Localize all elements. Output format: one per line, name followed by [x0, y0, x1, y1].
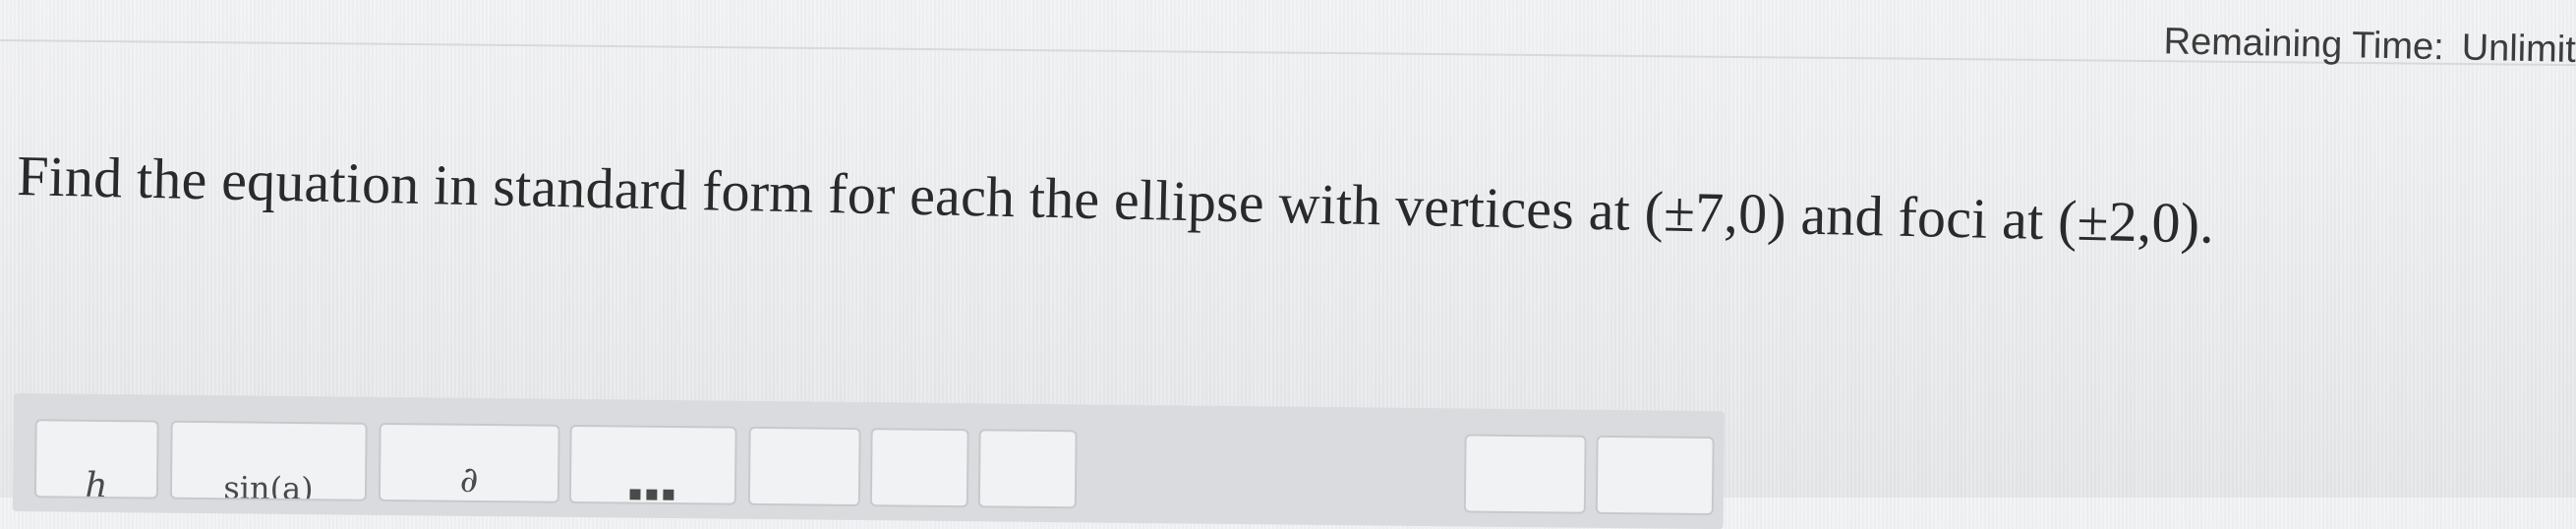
math-toolbar: h sin(a) ∂ ▪▪▪	[12, 393, 1725, 529]
partial-derivative-button[interactable]: ∂	[378, 422, 560, 503]
remaining-time-value: Unlimit	[2461, 27, 2576, 71]
italic-h-icon: h	[85, 465, 108, 500]
blank-9-icon	[1598, 483, 1712, 484]
blank-8-icon	[1466, 481, 1584, 482]
question-text: Find the equation in standard form for e…	[16, 143, 2215, 256]
toolbar-button-9[interactable]	[1595, 435, 1715, 516]
toolbar-button-6[interactable]	[869, 428, 969, 508]
toolbar-button-8[interactable]	[1463, 434, 1587, 514]
blank-7-icon	[980, 476, 1075, 477]
blank-5-icon	[750, 474, 858, 475]
toolbar-button-5[interactable]	[747, 426, 861, 507]
partial-derivative-icon: ∂	[459, 459, 479, 500]
sine-button[interactable]: sin(a)	[169, 420, 368, 501]
matrix-button[interactable]: ▪▪▪	[568, 424, 737, 505]
matrix-icon: ▪▪▪	[627, 481, 678, 505]
remaining-time-label: Remaining Time:	[2162, 21, 2444, 69]
remaining-time: Remaining Time: Unlimit	[2163, 21, 2576, 72]
blank-6-icon	[872, 475, 966, 476]
sine-function-icon: sin(a)	[223, 469, 314, 501]
toolbar-button-7[interactable]	[977, 429, 1078, 509]
italic-h-button[interactable]: h	[33, 419, 159, 500]
